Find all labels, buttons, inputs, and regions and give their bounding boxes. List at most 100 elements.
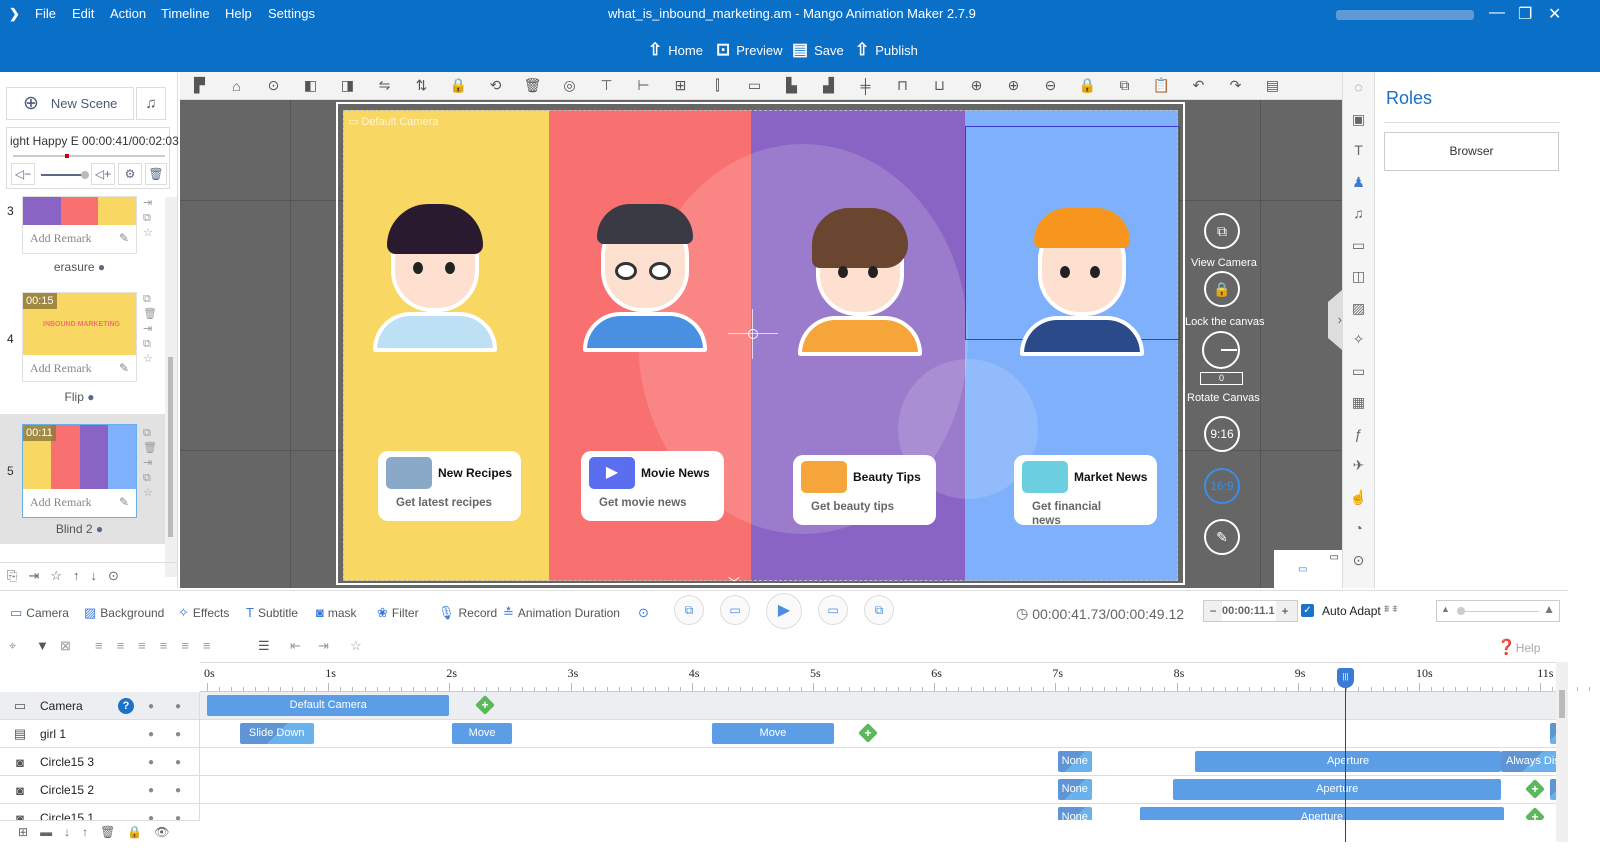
- magic-icon[interactable]: ✧: [1343, 324, 1374, 356]
- prev-frame-button[interactable]: ▭: [720, 595, 750, 625]
- minimap[interactable]: ▭ ▭: [1274, 550, 1342, 588]
- track-row[interactable]: ◙ Circle15 2 ● ● None Aperture +: [0, 776, 1556, 804]
- zoom-out-icon[interactable]: ⊖: [1039, 77, 1062, 94]
- add-animation-icon[interactable]: +: [858, 723, 879, 743]
- more-icon[interactable]: ⊙: [1343, 545, 1374, 577]
- track-header[interactable]: ◙ Circle15 3 ● ●: [0, 748, 200, 776]
- menu-action[interactable]: Action: [110, 6, 146, 21]
- copy-icon[interactable]: ⧉: [1113, 77, 1136, 94]
- stage[interactable]: ▭ Default Camera New Recipes Get latest r…: [336, 102, 1185, 585]
- scene-actions[interactable]: ⧉ 🗑 ⇥ ⧉ ☆: [143, 292, 157, 367]
- plane-icon[interactable]: ✈: [1343, 450, 1374, 482]
- scene-item[interactable]: 3 Add Remark ✎ erasure ● ⇥ ⧉ ☆: [0, 196, 165, 281]
- clear-filter-icon[interactable]: ⊠: [60, 638, 71, 654]
- ratio-16-9-button[interactable]: 16:9: [1204, 468, 1240, 504]
- lock-canvas-button[interactable]: 🔒: [1204, 271, 1240, 307]
- girl-character-1[interactable]: [373, 204, 497, 354]
- card-market[interactable]: Market News Get financial news: [1014, 455, 1157, 527]
- more-tools-button[interactable]: ⊙: [638, 605, 649, 621]
- view-camera-button[interactable]: ⧉: [1204, 213, 1240, 249]
- more-icon[interactable]: ⊙: [262, 77, 285, 94]
- mask-tool[interactable]: ◙ mask: [316, 605, 357, 620]
- favorite-layer-icon[interactable]: ☆: [350, 638, 362, 654]
- chart-icon[interactable]: ◔: [1343, 513, 1374, 545]
- filter-tool[interactable]: ❀ Filter: [377, 605, 419, 621]
- copy-icon[interactable]: ⎘: [7, 568, 17, 584]
- filter-icon[interactable]: ▼: [36, 638, 49, 653]
- expand-panel-arrow[interactable]: ›: [1328, 290, 1342, 350]
- maximize-button[interactable]: ❐: [1518, 4, 1532, 24]
- playhead[interactable]: |||: [1337, 668, 1355, 842]
- ruler-icon[interactable]: ▛: [188, 77, 211, 94]
- scene-actions[interactable]: ⧉ 🗑 ⇥ ⧉ ☆: [143, 426, 157, 501]
- volume-up-button[interactable]: ◁+: [91, 163, 115, 185]
- boy-character-2[interactable]: [1020, 208, 1144, 358]
- edit-pencil-icon[interactable]: ✎: [119, 361, 129, 376]
- folder-icon[interactable]: ▭: [1343, 356, 1374, 388]
- canvas-area[interactable]: ▭ Default Camera New Recipes Get latest r…: [180, 100, 1342, 588]
- lock-dot[interactable]: ●: [175, 785, 181, 796]
- next-scene-button[interactable]: ⧉: [864, 595, 894, 625]
- subtitle-tool[interactable]: T Subtitle: [246, 605, 298, 620]
- delete-music-button[interactable]: 🗑: [145, 163, 167, 185]
- photo-icon[interactable]: ▨: [1343, 293, 1374, 325]
- track-row[interactable]: ◙ Circle15 1 ● ● None Aperture +: [0, 804, 1556, 820]
- rotate-dial[interactable]: [1202, 331, 1240, 369]
- music-list-button[interactable]: ♫: [136, 87, 166, 120]
- add-animation-icon[interactable]: +: [1525, 807, 1545, 820]
- publish-button[interactable]: ⇧ Publish: [855, 40, 918, 60]
- effects-tool[interactable]: ✧ Effects: [178, 605, 229, 621]
- hand-icon[interactable]: ☝: [1343, 482, 1374, 514]
- sticker-icon[interactable]: ◫: [1343, 261, 1374, 293]
- scene-transition[interactable]: Flip ●: [22, 390, 137, 404]
- animation-block[interactable]: Move: [712, 723, 834, 744]
- move-left-icon[interactable]: ⇤: [290, 638, 301, 654]
- scene-thumbnail[interactable]: 00:11 Add Remark ✎: [22, 424, 137, 518]
- boy-character-glasses[interactable]: [583, 204, 707, 354]
- collapse-chevron-icon[interactable]: ﹀: [728, 574, 750, 588]
- arrange-icon[interactable]: ☰: [258, 638, 270, 654]
- track-row[interactable]: ◙ Circle15 3 ● ● None Aperture Always Dis: [0, 748, 1556, 776]
- zoom-slider[interactable]: ▲ ▲: [1436, 600, 1560, 622]
- align-left-icon[interactable]: ▙: [780, 77, 803, 94]
- fit-icons[interactable]: ⩩ ⩨: [1384, 604, 1398, 615]
- menu-settings[interactable]: Settings: [268, 6, 315, 21]
- shape-icon[interactable]: ◌: [1343, 72, 1374, 104]
- delete-icon[interactable]: 🗑: [100, 825, 115, 839]
- card-movie[interactable]: ▶ Movie News Get movie news: [581, 451, 724, 521]
- play-circle-icon[interactable]: ●: [96, 522, 103, 536]
- menu-help[interactable]: Help: [225, 6, 252, 21]
- music-progress[interactable]: [13, 154, 165, 158]
- track-header[interactable]: ◙ Circle15 2 ● ●: [0, 776, 200, 804]
- star-icon[interactable]: ☆: [50, 568, 62, 584]
- replace-icon[interactable]: ⟲: [484, 77, 507, 94]
- export-icon[interactable]: ⇥: [28, 568, 39, 584]
- camera-tool[interactable]: ▭ Camera: [10, 605, 69, 621]
- move-down-icon[interactable]: ↓: [90, 568, 97, 583]
- add-remark[interactable]: Add Remark: [30, 361, 92, 376]
- duration-stepper[interactable]: − 00:00:11.1 +: [1203, 600, 1298, 622]
- auto-adapt-checkbox[interactable]: ✓: [1301, 604, 1314, 617]
- lock-group-icon[interactable]: ◎: [558, 77, 581, 94]
- scene-thumbnail[interactable]: Add Remark ✎: [22, 196, 137, 254]
- lock-dot[interactable]: ●: [175, 701, 181, 712]
- redo-icon[interactable]: ↷: [1224, 77, 1247, 94]
- move-up-icon[interactable]: ↑: [73, 568, 80, 583]
- animation-block[interactable]: None: [1057, 751, 1092, 772]
- video-icon[interactable]: ▦: [1343, 387, 1374, 419]
- align-layer-icons[interactable]: ≡≡≡≡≡≡: [95, 638, 225, 653]
- clear-icon[interactable]: ▤: [1261, 77, 1284, 94]
- minimize-button[interactable]: —: [1489, 4, 1505, 22]
- timeline-scrollbar[interactable]: [1556, 662, 1568, 842]
- visibility-dot[interactable]: ●: [148, 729, 154, 740]
- track-header[interactable]: ◙ Circle15 1 ● ●: [0, 804, 200, 820]
- animation-block[interactable]: Slide Down: [239, 723, 314, 744]
- home-button[interactable]: ⇧ Home: [648, 40, 703, 60]
- lock-dot[interactable]: ●: [175, 813, 181, 820]
- scene-item[interactable]: 4 00:15 INBOUND MARKETING Add Remark ✎ Fl…: [0, 292, 165, 412]
- increment-button[interactable]: +: [1276, 601, 1294, 621]
- volume-slider[interactable]: [41, 171, 89, 179]
- card-recipes[interactable]: New Recipes Get latest recipes: [378, 451, 521, 521]
- animation-block[interactable]: Move: [451, 723, 513, 744]
- add-remark[interactable]: Add Remark: [30, 495, 92, 510]
